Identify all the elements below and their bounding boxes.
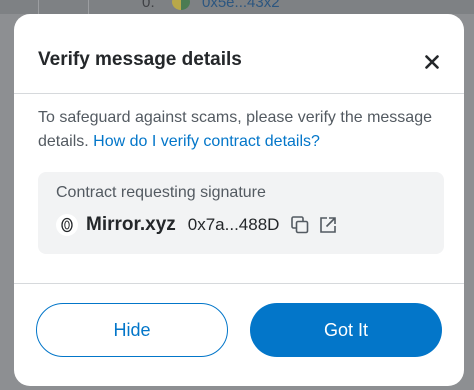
copy-icon <box>291 216 309 234</box>
background-list-row: 0. 0x5e...43x2 <box>0 0 474 14</box>
hide-button[interactable]: Hide <box>36 303 228 357</box>
contract-details-box: Contract requesting signature Mirror.xyz… <box>38 172 444 254</box>
contract-identicon-icon <box>56 214 78 236</box>
got-it-button[interactable]: Got It <box>250 303 442 357</box>
background-row-address: 0x5e...43x2 <box>202 0 280 11</box>
footer-divider <box>14 283 464 284</box>
view-on-explorer-button[interactable] <box>317 214 339 236</box>
background-grid-line <box>38 0 39 14</box>
contract-row: Mirror.xyz 0x7a...488D <box>56 212 345 238</box>
backdrop: 0. 0x5e...43x2 Verify message details To… <box>0 0 474 390</box>
dialog-title: Verify message details <box>38 49 242 70</box>
contract-address: 0x7a...488D <box>187 215 280 234</box>
background-row-index: 0. <box>142 0 155 11</box>
header-divider <box>14 93 464 94</box>
close-button[interactable] <box>420 50 444 74</box>
help-link[interactable]: How do I verify contract details? <box>93 133 320 150</box>
verify-message-dialog: Verify message details To safeguard agai… <box>14 14 464 386</box>
background-grid-line <box>88 0 89 14</box>
close-icon <box>425 55 439 69</box>
external-link-icon <box>320 217 337 233</box>
copy-address-button[interactable] <box>289 214 311 236</box>
contract-label: Contract requesting signature <box>56 184 266 201</box>
dialog-description: To safeguard against scams, please verif… <box>38 106 438 154</box>
background-token-icon <box>172 0 190 10</box>
contract-name: Mirror.xyz <box>86 214 176 235</box>
